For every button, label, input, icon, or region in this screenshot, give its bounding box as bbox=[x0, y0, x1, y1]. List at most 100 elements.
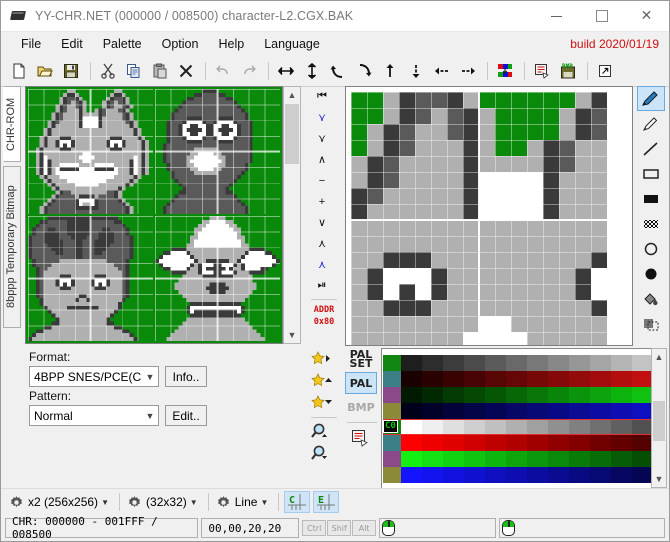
cut-icon[interactable] bbox=[96, 59, 120, 83]
minimize-button[interactable] bbox=[534, 1, 579, 31]
palette-swatch[interactable] bbox=[569, 467, 590, 483]
close-button[interactable]: ✕ bbox=[624, 1, 669, 31]
tile-human-character[interactable] bbox=[28, 216, 153, 341]
dither-tool[interactable] bbox=[637, 211, 665, 236]
palette-swatch[interactable] bbox=[548, 451, 569, 467]
open-file-icon[interactable] bbox=[33, 59, 57, 83]
palette-swatch[interactable] bbox=[506, 435, 527, 451]
palette-scrollbar-thumb[interactable] bbox=[653, 401, 665, 441]
palette-swatch[interactable] bbox=[548, 435, 569, 451]
palette-swatch[interactable] bbox=[401, 451, 422, 467]
palette-swatch[interactable] bbox=[590, 403, 611, 419]
export-bmp-icon[interactable]: BMP bbox=[556, 59, 580, 83]
palette-swatch[interactable] bbox=[401, 403, 422, 419]
palette-swatch[interactable] bbox=[569, 387, 590, 403]
save-file-icon[interactable] bbox=[59, 59, 83, 83]
palette-swatch[interactable] bbox=[464, 371, 485, 387]
palette-row[interactable] bbox=[383, 371, 666, 387]
shift-right-icon[interactable] bbox=[456, 59, 480, 83]
menu-file[interactable]: File bbox=[11, 34, 51, 54]
palette-swatch[interactable] bbox=[527, 419, 548, 435]
palette-swatch[interactable] bbox=[383, 451, 401, 467]
palette-swatch[interactable] bbox=[383, 387, 401, 403]
rotate-left-icon[interactable] bbox=[326, 59, 350, 83]
palette-row[interactable] bbox=[383, 419, 666, 435]
pal-button[interactable]: PAL bbox=[345, 372, 377, 394]
palette-swatch[interactable] bbox=[527, 387, 548, 403]
palette-swatch[interactable] bbox=[632, 419, 653, 435]
palette-swatch[interactable] bbox=[485, 403, 506, 419]
pattern-select[interactable]: Normal ▼ bbox=[29, 405, 159, 426]
palette-swatch[interactable] bbox=[485, 371, 506, 387]
palette-swatch[interactable] bbox=[422, 451, 443, 467]
line-tool[interactable] bbox=[637, 136, 665, 161]
menu-option[interactable]: Option bbox=[152, 34, 209, 54]
palette-swatch[interactable] bbox=[590, 387, 611, 403]
tile-fox-character[interactable] bbox=[28, 89, 153, 214]
pen-tool[interactable] bbox=[637, 86, 665, 111]
palette-swatch[interactable] bbox=[383, 467, 401, 483]
increment-icon[interactable]: + bbox=[307, 191, 337, 212]
palette-swatch[interactable] bbox=[383, 435, 401, 451]
palette-swatch[interactable] bbox=[590, 371, 611, 387]
ellipse-outline-tool[interactable] bbox=[637, 236, 665, 261]
maximize-button[interactable] bbox=[579, 1, 624, 31]
palette-row[interactable] bbox=[383, 403, 666, 419]
palette-swatch[interactable] bbox=[485, 467, 506, 483]
page-last-icon[interactable]: ⏯ bbox=[307, 275, 337, 296]
palette-swatch[interactable] bbox=[401, 467, 422, 483]
palette-swatch[interactable] bbox=[422, 435, 443, 451]
bmp-button[interactable]: BMP bbox=[345, 396, 377, 418]
tile-falcon-character[interactable] bbox=[155, 89, 280, 214]
scrollbar-thumb[interactable] bbox=[285, 104, 299, 164]
palette-swatch[interactable] bbox=[611, 419, 632, 435]
pal-set-button[interactable]: PAL SET bbox=[345, 348, 377, 370]
menu-help[interactable]: Help bbox=[208, 34, 254, 54]
chr-tile-canvas[interactable] bbox=[25, 86, 283, 344]
rgb-palette-icon[interactable] bbox=[493, 59, 517, 83]
palette-swatch[interactable] bbox=[632, 451, 653, 467]
palette-swatch[interactable] bbox=[443, 355, 464, 371]
palette-swatch[interactable] bbox=[401, 419, 422, 435]
delete-icon[interactable] bbox=[174, 59, 198, 83]
palette-swatch[interactable] bbox=[464, 387, 485, 403]
tile-goat-character[interactable] bbox=[155, 216, 280, 341]
palette-swatch[interactable] bbox=[443, 419, 464, 435]
palette-swatch[interactable] bbox=[527, 355, 548, 371]
size-select[interactable]: (32x32) ▼ bbox=[125, 491, 203, 513]
palette-swatch[interactable] bbox=[464, 419, 485, 435]
palette-swatch[interactable] bbox=[401, 371, 422, 387]
palette-swatch[interactable] bbox=[464, 403, 485, 419]
palette-swatch[interactable] bbox=[443, 387, 464, 403]
rectangle-outline-tool[interactable] bbox=[637, 161, 665, 186]
palette-swatch[interactable] bbox=[485, 355, 506, 371]
flip-horizontal-icon[interactable] bbox=[274, 59, 298, 83]
palette-swatch[interactable] bbox=[527, 467, 548, 483]
palette-scrollbar[interactable]: ▲ ▼ bbox=[651, 348, 667, 488]
palette-swatch[interactable] bbox=[422, 387, 443, 403]
palette-swatch[interactable] bbox=[485, 419, 506, 435]
menu-palette[interactable]: Palette bbox=[93, 34, 152, 54]
scroll-down-icon[interactable]: ▼ bbox=[284, 327, 300, 343]
new-file-icon[interactable] bbox=[7, 59, 31, 83]
palette-swatch[interactable] bbox=[569, 419, 590, 435]
bookmark-goto-icon[interactable] bbox=[307, 348, 337, 370]
redo-icon[interactable] bbox=[237, 59, 261, 83]
decrement-icon[interactable]: − bbox=[307, 170, 337, 191]
page-first-icon[interactable]: ⏮ bbox=[307, 86, 337, 107]
palette-swatch[interactable] bbox=[611, 451, 632, 467]
palette-swatch[interactable] bbox=[506, 387, 527, 403]
palette-swatch[interactable] bbox=[611, 387, 632, 403]
draw-tool-select[interactable]: Line ▼ bbox=[214, 491, 274, 513]
palette-swatch[interactable] bbox=[632, 371, 653, 387]
palette-swatch[interactable] bbox=[611, 355, 632, 371]
palette-swatch[interactable] bbox=[506, 355, 527, 371]
line-down-icon[interactable]: ∨ bbox=[307, 212, 337, 233]
palette-swatch[interactable] bbox=[632, 403, 653, 419]
info-button[interactable]: Info.. bbox=[165, 366, 207, 387]
palette-swatch[interactable] bbox=[548, 419, 569, 435]
paste-icon[interactable] bbox=[148, 59, 172, 83]
palette-swatch[interactable] bbox=[443, 467, 464, 483]
palette-swatch[interactable] bbox=[611, 435, 632, 451]
chr-grid-toggle[interactable]: C bbox=[284, 491, 311, 513]
